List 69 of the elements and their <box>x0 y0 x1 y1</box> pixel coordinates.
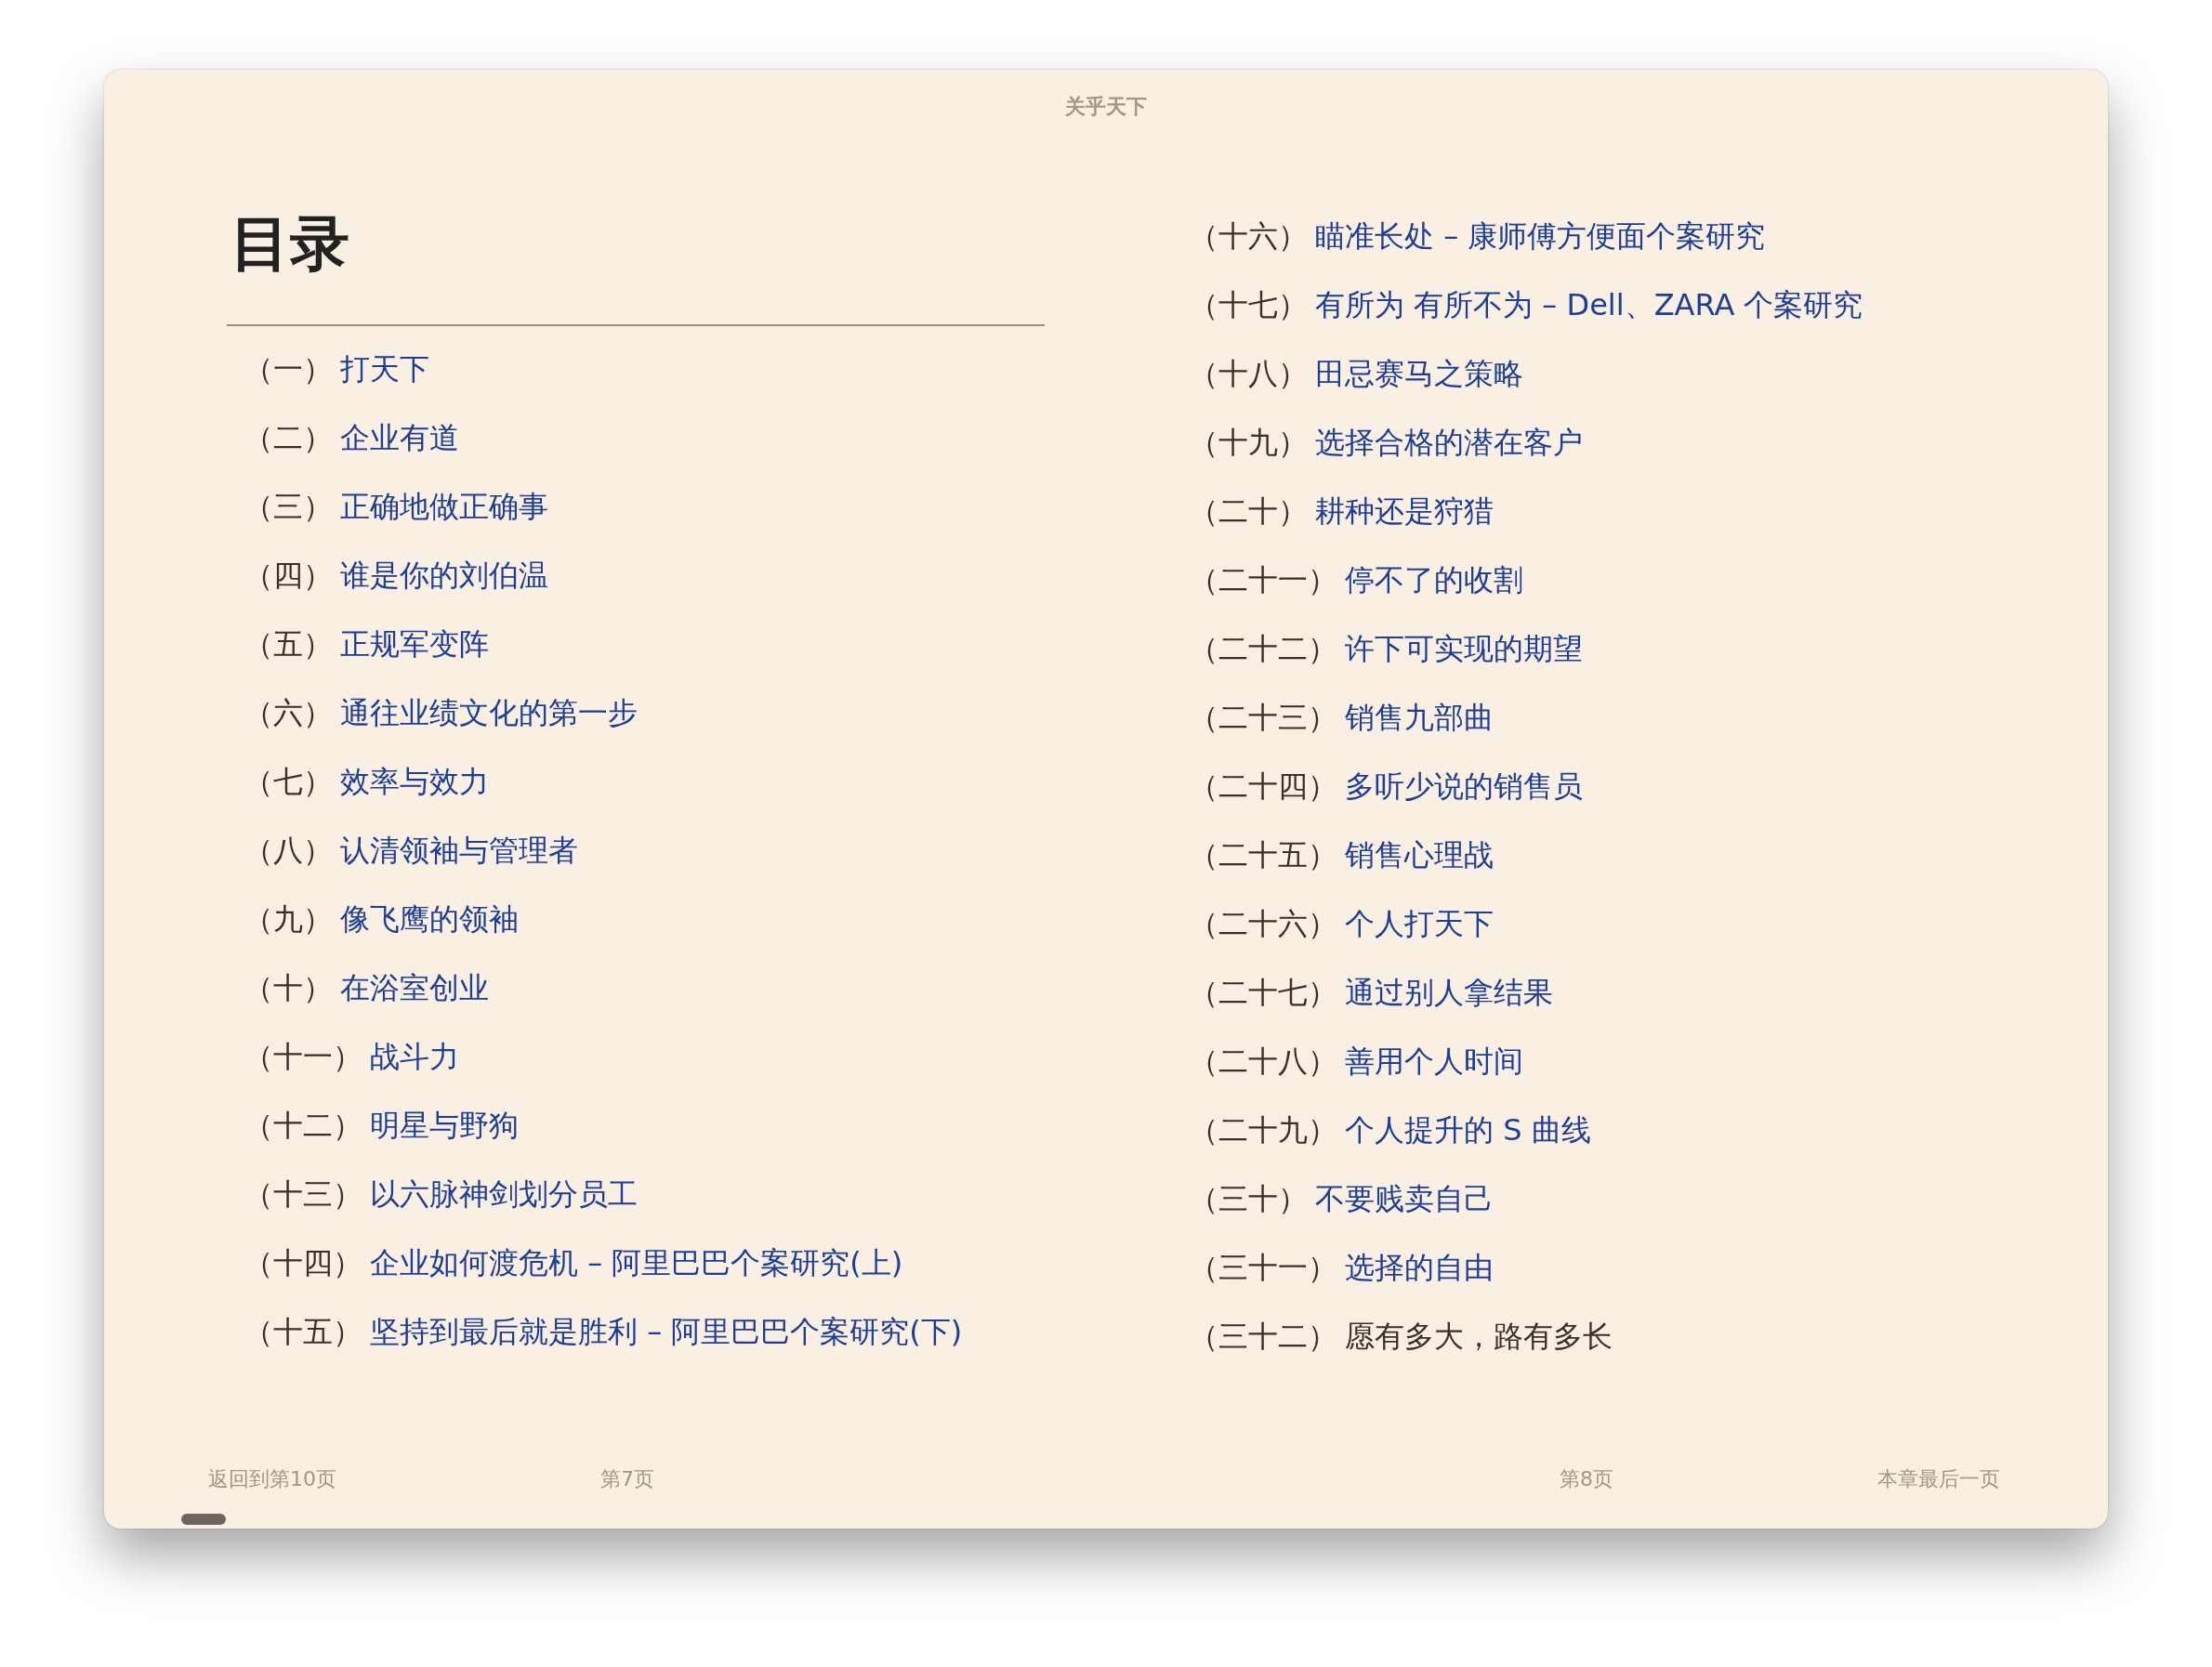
chapter-link[interactable]: 像飞鹰的领袖 <box>340 899 519 940</box>
position-indicator <box>181 1514 226 1525</box>
book-title: 关乎天下 <box>1065 93 1147 120</box>
chapter-link[interactable]: 销售九部曲 <box>1345 698 1494 739</box>
chapter-number: （十五） <box>244 1313 362 1351</box>
chapter-number: （十三） <box>244 1175 362 1214</box>
chapter-number: （七） <box>244 763 333 801</box>
chapter-number: （十八） <box>1189 355 1308 393</box>
chapter-link[interactable]: 多听少说的销售员 <box>1345 767 1583 807</box>
chapter-number: （二十一） <box>1189 561 1337 599</box>
chapter-link[interactable]: 瞄准长处 – 康师傅方便面个案研究 <box>1315 217 1766 257</box>
chapter-link[interactable]: 以六脉神剑划分员工 <box>370 1175 638 1215</box>
chapter-number: （十四） <box>244 1244 362 1282</box>
chapter-number: （九） <box>244 900 333 939</box>
chapter-link[interactable]: 有所为 有所不为 – Dell、ZARA 个案研究 <box>1315 285 1863 326</box>
chapter-number: （十） <box>244 969 333 1007</box>
chapter-number: （二十六） <box>1189 905 1337 943</box>
chapter-number: （四） <box>244 557 333 595</box>
chapter-link[interactable]: 企业有道 <box>340 418 459 459</box>
chapter-link[interactable]: 个人提升的 S 曲线 <box>1345 1110 1591 1151</box>
chapter-link[interactable]: 田忌赛马之策略 <box>1315 354 1523 395</box>
chapter-number: （十二） <box>244 1107 362 1145</box>
chapter-link[interactable]: 正规军变阵 <box>340 624 489 665</box>
chapter-number: （八） <box>244 832 333 870</box>
chapter-link[interactable]: 明星与野狗 <box>370 1106 519 1147</box>
chapter-link[interactable]: 善用个人时间 <box>1345 1042 1523 1083</box>
chapter-number: （十九） <box>1189 424 1308 462</box>
chapter-number: （三十一） <box>1189 1249 1337 1287</box>
chapter-link[interactable]: 通过别人拿结果 <box>1345 973 1553 1014</box>
chapter-link[interactable]: 销售心理战 <box>1345 835 1494 876</box>
chapter-link[interactable]: 正确地做正确事 <box>340 487 548 528</box>
page-number: 第7页 <box>600 1466 654 1492</box>
chapter-number: （一） <box>244 350 333 388</box>
chapter-link[interactable]: 选择的自由 <box>1345 1248 1494 1289</box>
chapter-number: （三十二） <box>1189 1318 1337 1356</box>
chapter-link[interactable]: 谁是你的刘伯温 <box>340 556 548 597</box>
chapter-link[interactable]: 效率与效力 <box>340 762 489 803</box>
chapter-link[interactable]: 认清领袖与管理者 <box>340 831 578 872</box>
chapter-title: 愿有多大，路有多长 <box>1345 1318 1613 1356</box>
chapter-link[interactable]: 许下可实现的期望 <box>1345 629 1583 670</box>
chapter-link[interactable]: 战斗力 <box>370 1037 459 1078</box>
chapter-number: （二十七） <box>1189 974 1337 1012</box>
page-number: 第8页 <box>1560 1466 1613 1492</box>
chapter-link[interactable]: 企业如何渡危机 – 阿里巴巴个案研究(上) <box>370 1243 903 1284</box>
chapter-number: （二十五） <box>1189 836 1337 874</box>
chapter-number: （十六） <box>1189 217 1308 256</box>
chapter-link[interactable]: 个人打天下 <box>1345 904 1494 945</box>
chapter-link[interactable]: 坚持到最后就是胜利 – 阿里巴巴个案研究(下) <box>370 1312 963 1353</box>
chapter-number: （二十二） <box>1189 630 1337 668</box>
chapter-number: （五） <box>244 625 333 663</box>
chapter-number: （十一） <box>244 1038 362 1076</box>
chapter-number: （三十） <box>1189 1180 1308 1218</box>
chapter-link[interactable]: 选择合格的潜在客户 <box>1315 423 1583 464</box>
chapter-link[interactable]: 通往业绩文化的第一步 <box>340 693 638 734</box>
chapter-link[interactable]: 打天下 <box>340 349 429 390</box>
chapter-number: （二） <box>244 419 333 457</box>
chapter-link[interactable]: 在浴室创业 <box>340 968 489 1009</box>
chapter-number: （十七） <box>1189 286 1308 324</box>
chapter-link[interactable]: 停不了的收割 <box>1345 560 1523 601</box>
chapter-link[interactable]: 不要贱卖自己 <box>1315 1179 1494 1220</box>
chapter-number: （二十九） <box>1189 1111 1337 1149</box>
chapter-number: （二十三） <box>1189 699 1337 737</box>
chapter-number: （二十八） <box>1189 1043 1337 1081</box>
chapter-number: （二十） <box>1189 492 1308 531</box>
toc-heading: 目录 <box>230 208 350 280</box>
chapter-link[interactable]: 耕种还是狩猎 <box>1315 492 1494 532</box>
chapter-number: （三） <box>244 488 333 526</box>
chapter-number: （二十四） <box>1189 768 1337 806</box>
chapter-number: （六） <box>244 694 333 732</box>
